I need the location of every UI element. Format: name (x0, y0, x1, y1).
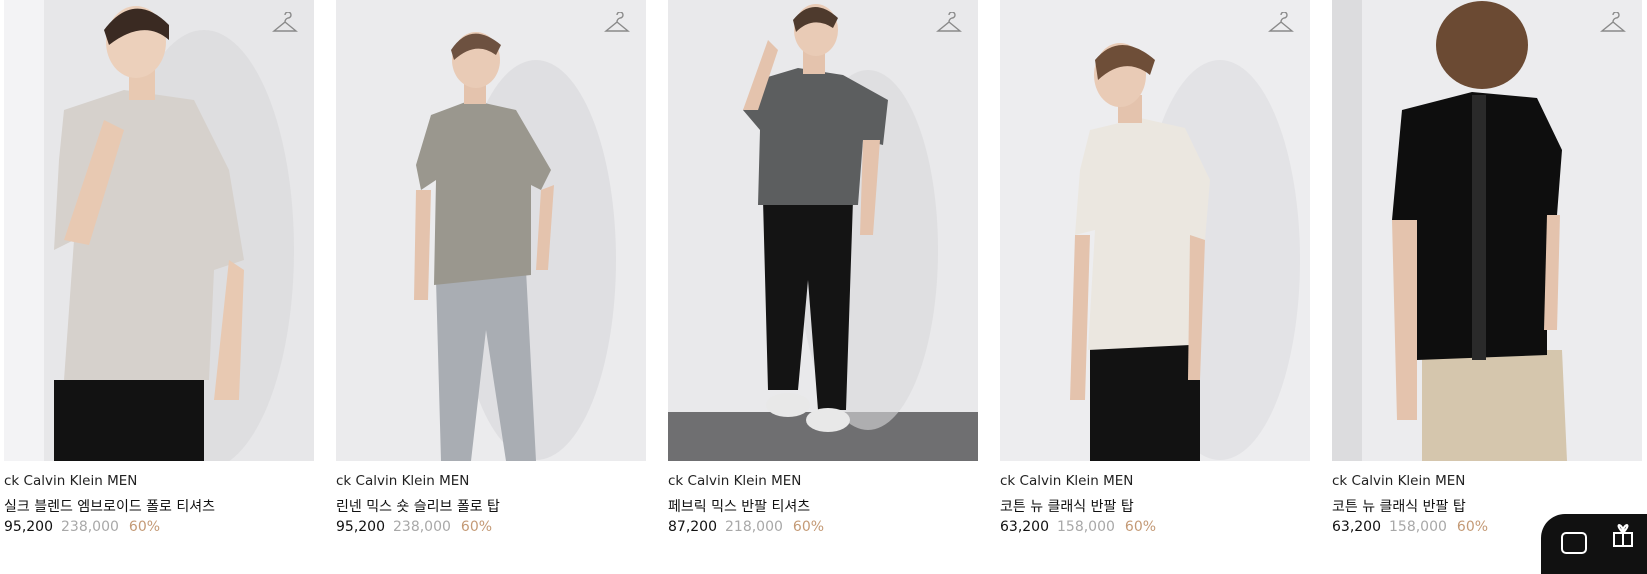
model-photo (1000, 0, 1310, 461)
sale-price: 87,200 (668, 519, 717, 535)
product-name[interactable]: 코튼 뉴 클래식 반팔 탑 (1000, 496, 1134, 516)
product-card[interactable]: ck Calvin Klein MEN 코튼 뉴 클래식 반팔 탑 63,200… (1000, 0, 1310, 539)
model-photo (336, 0, 646, 461)
model-photo (1332, 0, 1642, 461)
price-row: 63,200 158,000 60% (1332, 519, 1488, 535)
discount-rate: 60% (1456, 519, 1489, 535)
chat-icon (1561, 532, 1587, 554)
product-brand[interactable]: ck Calvin Klein MEN (4, 473, 137, 489)
price-row: 95,200 238,000 60% (336, 519, 492, 535)
hanger-icon[interactable] (1268, 12, 1294, 36)
product-card[interactable]: ck Calvin Klein MEN 코튼 뉴 클래식 반팔 탑 63,200… (1332, 0, 1642, 539)
price-row: 87,200 218,000 60% (668, 519, 824, 535)
product-image[interactable] (668, 0, 978, 461)
product-brand[interactable]: ck Calvin Klein MEN (1332, 473, 1465, 489)
product-name[interactable]: 코튼 뉴 클래식 반팔 탑 (1332, 496, 1466, 516)
original-price: 158,000 (1389, 519, 1447, 535)
product-grid: ck Calvin Klein MEN 실크 블렌드 엠브로이드 폴로 티셔츠 … (0, 0, 1647, 539)
product-image[interactable] (4, 0, 314, 461)
product-name[interactable]: 실크 블렌드 엠브로이드 폴로 티셔츠 (4, 496, 215, 516)
product-card[interactable]: ck Calvin Klein MEN 실크 블렌드 엠브로이드 폴로 티셔츠 … (4, 0, 314, 539)
discount-rate: 60% (460, 519, 493, 535)
product-name[interactable]: 린넨 믹스 숏 슬리브 폴로 탑 (336, 496, 500, 516)
original-price: 158,000 (1057, 519, 1115, 535)
product-image[interactable] (1000, 0, 1310, 461)
product-brand[interactable]: ck Calvin Klein MEN (1000, 473, 1133, 489)
product-brand[interactable]: ck Calvin Klein MEN (336, 473, 469, 489)
sale-price: 63,200 (1000, 519, 1049, 535)
original-price: 238,000 (61, 519, 119, 535)
hanger-icon[interactable] (936, 12, 962, 36)
product-image[interactable] (336, 0, 646, 461)
model-photo (668, 0, 978, 461)
discount-rate: 60% (792, 519, 825, 535)
product-image[interactable] (1332, 0, 1642, 461)
product-brand[interactable]: ck Calvin Klein MEN (668, 473, 801, 489)
discount-rate: 60% (1124, 519, 1157, 535)
product-card[interactable]: ck Calvin Klein MEN 페브릭 믹스 반팔 티셔츠 87,200… (668, 0, 978, 539)
hanger-icon[interactable] (604, 12, 630, 36)
product-name[interactable]: 페브릭 믹스 반팔 티셔츠 (668, 496, 810, 516)
sale-price: 95,200 (336, 519, 385, 535)
original-price: 238,000 (393, 519, 451, 535)
hanger-icon[interactable] (272, 12, 298, 36)
product-card[interactable]: ck Calvin Klein MEN 린넨 믹스 숏 슬리브 폴로 탑 95,… (336, 0, 646, 539)
floating-gift-button[interactable] (1541, 514, 1647, 574)
model-photo (4, 0, 314, 461)
sale-price: 95,200 (4, 519, 53, 535)
original-price: 218,000 (725, 519, 783, 535)
price-row: 63,200 158,000 60% (1000, 519, 1156, 535)
gift-icon (1611, 523, 1635, 548)
discount-rate: 60% (128, 519, 161, 535)
sale-price: 63,200 (1332, 519, 1381, 535)
price-row: 95,200 238,000 60% (4, 519, 160, 535)
hanger-icon[interactable] (1600, 12, 1626, 36)
